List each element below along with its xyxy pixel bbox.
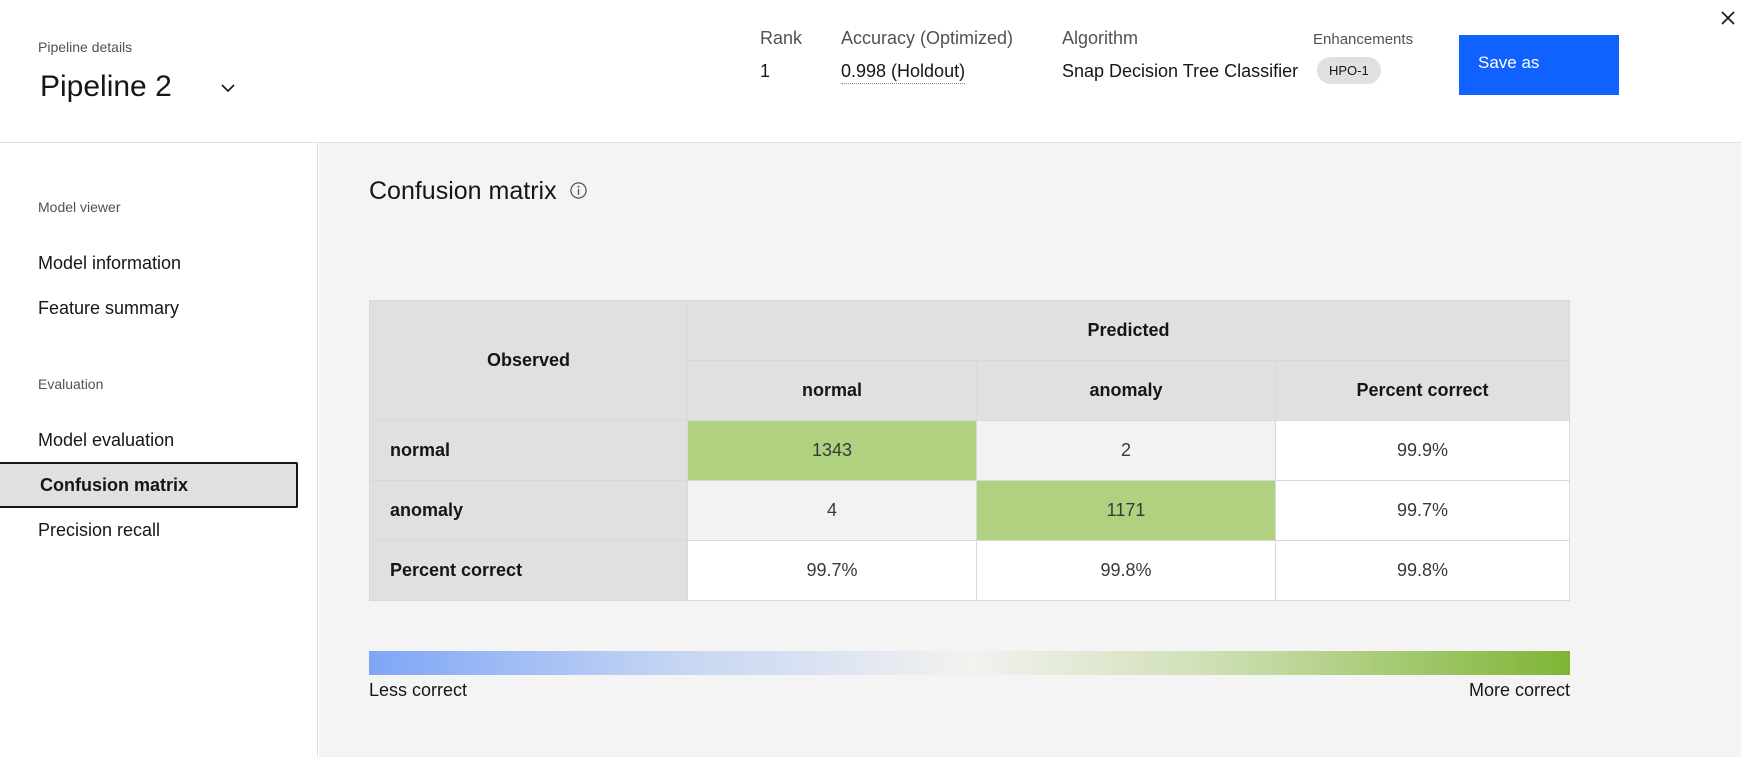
table-row: anomaly 4 1171 99.7% (369, 480, 1570, 541)
matrix-cell: 99.9% (1275, 420, 1570, 481)
main-panel: Confusion matrix Observed Predicted norm… (319, 143, 1741, 757)
sidebar-item-feature-summary[interactable]: Feature summary (0, 285, 298, 331)
confusion-matrix-table: Observed Predicted normal anomaly Percen… (369, 300, 1570, 601)
algorithm-value: Snap Decision Tree Classifier (1062, 61, 1299, 81)
matrix-cell: 99.7% (1275, 480, 1570, 541)
matrix-cell: 99.7% (687, 540, 977, 601)
row-header: normal (369, 420, 688, 481)
matrix-cell: 1171 (976, 480, 1276, 541)
chevron-down-icon[interactable] (218, 78, 238, 98)
header: Pipeline details Pipeline 2 Rank 1 Accur… (0, 0, 1741, 143)
pipeline-name: Pipeline 2 (40, 70, 172, 103)
pipeline-details-label: Pipeline details (38, 39, 133, 55)
sidebar-item-model-evaluation[interactable]: Model evaluation (0, 417, 298, 463)
info-icon[interactable] (569, 181, 588, 200)
sidebar-item-precision-recall[interactable]: Precision recall (0, 507, 298, 553)
table-row: Percent correct 99.7% 99.8% 99.8% (369, 540, 1570, 601)
accuracy-value[interactable]: 0.998 (Holdout) (841, 61, 966, 84)
rank-block: Rank 1 (760, 28, 802, 82)
column-header: normal (687, 360, 977, 421)
algorithm-block: Algorithm Snap Decision Tree Classifier (1062, 28, 1298, 82)
enhancements-block: Enhancements HPO-1 (1313, 31, 1413, 84)
close-icon[interactable] (1718, 8, 1738, 28)
accuracy-block: Accuracy (Optimized) 0.998 (Holdout) (841, 28, 1013, 84)
algorithm-label: Algorithm (1062, 28, 1139, 48)
page-title: Confusion matrix (369, 177, 557, 205)
row-header: anomaly (369, 480, 688, 541)
table-row: normal 1343 2 99.9% (369, 420, 1570, 481)
column-header: anomaly (976, 360, 1276, 421)
enhancement-tag: HPO-1 (1317, 57, 1381, 84)
sidebar-group-model-viewer: Model viewer (38, 199, 121, 215)
sidebar: Model viewer Model information Feature s… (0, 143, 318, 757)
matrix-cell: 99.8% (976, 540, 1276, 601)
legend-less-correct: Less correct (369, 680, 468, 700)
predicted-header: Predicted (687, 300, 1570, 361)
observed-header: Observed (369, 300, 688, 421)
accuracy-label: Accuracy (Optimized) (841, 28, 1014, 48)
matrix-cell: 1343 (687, 420, 977, 481)
color-scale-bar (369, 651, 1570, 675)
rank-value: 1 (760, 61, 771, 81)
sidebar-item-confusion-matrix[interactable]: Confusion matrix (0, 462, 298, 508)
enhancements-label: Enhancements (1313, 31, 1414, 48)
matrix-cell: 99.8% (1275, 540, 1570, 601)
row-header: Percent correct (369, 540, 688, 601)
save-as-button[interactable]: Save as (1459, 35, 1619, 95)
sidebar-group-evaluation: Evaluation (38, 376, 104, 392)
sidebar-item-model-information[interactable]: Model information (0, 240, 298, 286)
matrix-cell: 4 (687, 480, 977, 541)
matrix-cell: 2 (976, 420, 1276, 481)
column-header: Percent correct (1275, 360, 1570, 421)
rank-label: Rank (760, 28, 803, 48)
legend-more-correct: More correct (1468, 680, 1570, 700)
